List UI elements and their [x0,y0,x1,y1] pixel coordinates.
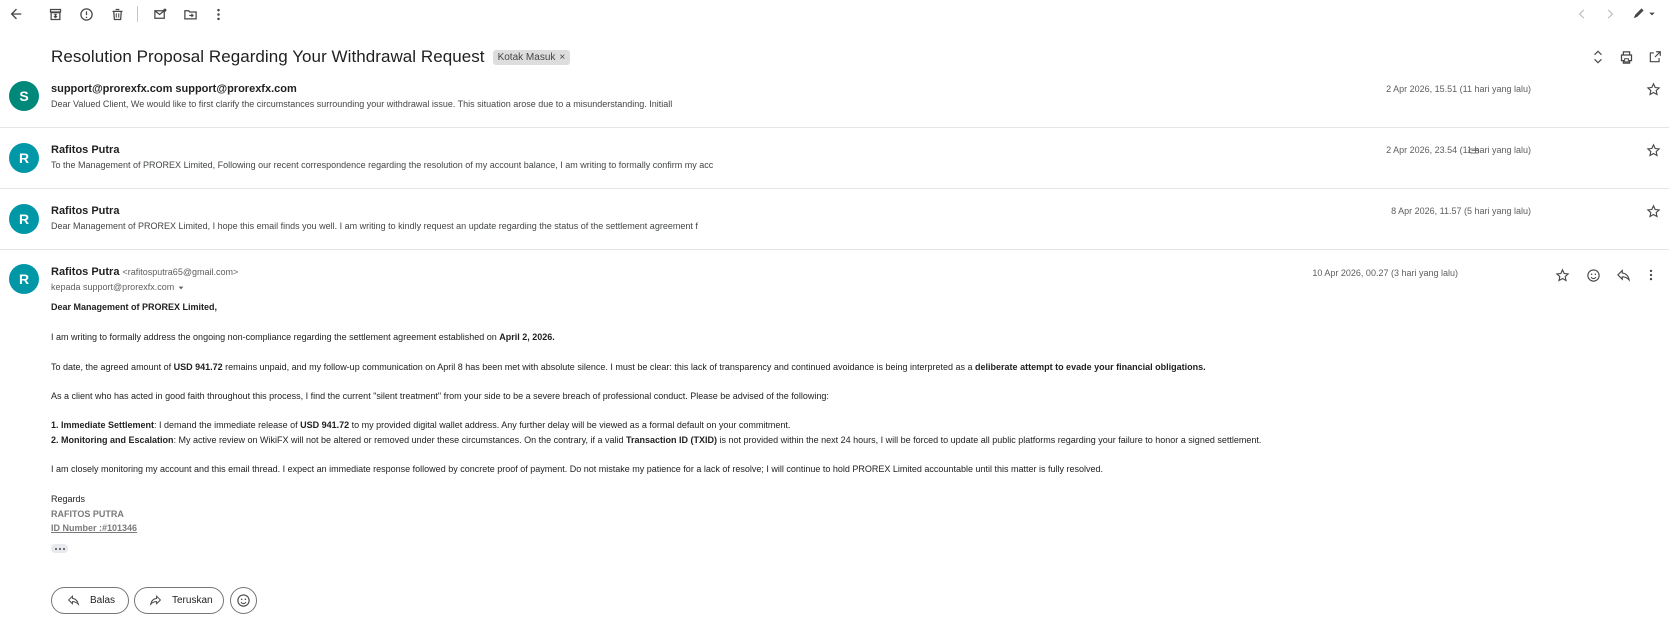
reply-icon[interactable] [1614,266,1632,284]
avatar: S [9,81,39,111]
delete-icon[interactable] [107,4,127,24]
back-arrow-icon[interactable] [6,4,26,24]
forward-label: Teruskan [172,595,213,606]
message-snippet: Dear Management of PROREX Limited, I hop… [51,221,698,231]
star-icon[interactable] [1645,142,1661,158]
message-date: 2 Apr 2026, 23.54 (11 hari yang lalu) [1386,145,1531,155]
older-chevron-icon[interactable] [1572,4,1592,24]
sender-name: support@prorexfx.com support@prorexfx.co… [51,83,297,95]
greeting: Dear Management of PROREX Limited, [51,302,218,312]
message-divider [0,188,1669,189]
avatar: R [9,264,39,294]
sender-email: <rafitosputra65@gmail.com> [122,267,239,277]
emoji-reaction-icon[interactable] [1584,266,1602,284]
toolbar [0,0,1669,28]
remove-label-button[interactable]: × [559,52,565,63]
forward-button[interactable]: Teruskan [134,587,224,614]
subject-row: Resolution Proposal Regarding Your Withd… [51,45,571,69]
more-vert-icon[interactable] [208,4,228,24]
print-icon[interactable] [1616,47,1636,67]
reply-button[interactable]: Balas [51,587,129,614]
message-row[interactable]: R Rafitos Putra Dear Management of PRORE… [0,197,1669,249]
message-row[interactable]: S support@prorexfx.com support@prorexfx.… [0,75,1669,127]
toolbar-divider [137,6,138,22]
message-divider [0,249,1669,250]
paragraph-2: To date, the agreed amount of USD 941.72… [51,362,1206,372]
mark-unread-icon[interactable] [150,4,170,24]
caret-down-icon[interactable] [177,284,185,292]
reply-label: Balas [90,595,116,606]
open-message-date: 10 Apr 2026, 00.27 (3 hari yang lalu) [1312,268,1458,278]
pen-dropdown-icon[interactable] [1630,4,1660,24]
report-spam-icon[interactable] [76,4,96,24]
label-text: Kotak Masuk [497,51,556,63]
archive-icon[interactable] [45,4,65,24]
recipient-text: kepada support@prorexfx.com [51,282,175,292]
avatar: R [9,143,39,173]
message-snippet: Dear Valued Client, We would like to fir… [51,99,673,109]
emoji-reaction-button[interactable] [230,587,257,614]
paragraph-3: As a client who has acted in good faith … [51,391,829,401]
message-row[interactable]: R Rafitos Putra To the Management of PRO… [0,136,1669,188]
sender-name: Rafitos Putra [51,266,120,278]
signature-name: RAFITOS PUTRA [51,509,124,519]
recipient-details[interactable]: kepada support@prorexfx.com [51,282,185,292]
star-icon[interactable] [1645,81,1661,97]
sender-name: Rafitos Putra [51,205,120,217]
regards: Regards [51,494,86,504]
message-date: 2 Apr 2026, 15.51 (11 hari yang lalu) [1386,84,1531,94]
message-date: 8 Apr 2026, 11.57 (5 hari yang lalu) [1391,206,1531,216]
subject-title: Resolution Proposal Regarding Your Withd… [51,47,485,66]
reply-icon [66,594,80,608]
star-icon[interactable] [1645,203,1661,219]
inbox-label-chip[interactable]: Kotak Masuk × [492,49,571,65]
move-to-folder-icon[interactable] [180,4,200,24]
newer-chevron-icon[interactable] [1600,4,1620,24]
list-item-1: 1. Immediate Settlement: I demand the im… [51,420,791,430]
open-message-sender: Rafitos Putra <rafitosputra65@gmail.com> [51,266,238,278]
message-divider [0,127,1669,128]
avatar: R [9,204,39,234]
open-new-window-icon[interactable] [1645,47,1665,67]
emoji-icon [236,593,251,608]
paragraph-4: I am closely monitoring my account and t… [51,464,1104,474]
star-icon[interactable] [1553,266,1571,284]
forward-icon [149,594,162,608]
sender-name: Rafitos Putra [51,144,120,156]
show-trimmed-content-button[interactable] [51,544,68,553]
expand-collapse-icon[interactable] [1588,47,1608,67]
message-snippet: To the Management of PROREX Limited, Fol… [51,160,714,170]
list-item-2: 2. Monitoring and Escalation: My active … [51,435,1262,445]
signature-id[interactable]: ID Number :#101346 [51,521,137,536]
more-vert-icon[interactable] [1642,266,1660,284]
paragraph-1: I am writing to formally address the ong… [51,332,555,342]
